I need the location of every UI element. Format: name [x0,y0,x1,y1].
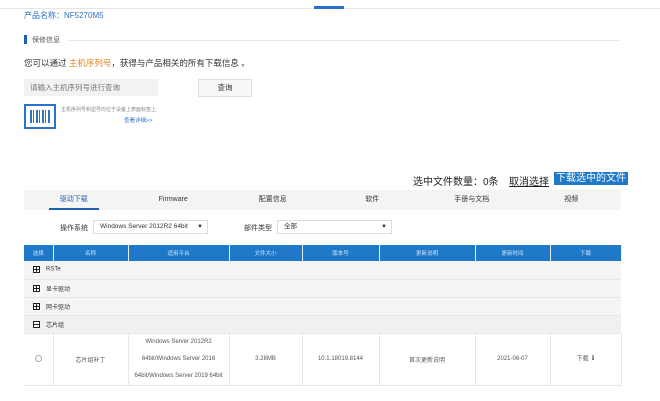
platform-cell: Windows Server 2012R2 64bit/Windows Serv… [128,333,230,386]
type-select-value: 全部 [284,223,297,230]
download-cell: 下载 ⭳ [550,333,622,386]
col-select: 选择 [24,245,54,261]
view-details-link[interactable]: 查看详细>> [124,116,152,124]
download-link[interactable]: 下载 [577,357,589,363]
query-button[interactable]: 查询 [198,79,252,97]
selected-count-label: 选中文件数量： [413,177,483,188]
row-select-radio[interactable] [34,354,42,362]
platform-line-3: 64bit/Windows Server 2019 64bit [134,372,223,379]
clear-selection-link[interactable]: 取消选择 [509,173,549,188]
download-icon[interactable]: ⭳ [592,352,595,366]
table-row: 芯片组补丁 Windows Server 2012R2 64bit/Window… [24,333,622,386]
collapse-icon[interactable] [33,320,40,328]
group-label: RSTe [46,266,61,273]
section-title-warranty: 保修信息 [32,37,60,44]
driver-table: 选择 名称 适用平台 文件大小 版本号 更新说明 更新时间 下载 RSTe 显卡… [24,245,622,386]
intro-after: ，获得与产品相关的所有下载信息 。 [111,58,250,68]
col-platform: 适用平台 [128,245,230,261]
download-selected-button[interactable]: 下载选中的文件 [554,172,628,185]
file-version: 10.1.18019.8144 [302,333,380,386]
file-name: 芯片组补丁 [53,333,129,386]
col-notes: 更新说明 [379,245,476,261]
serial-number-input[interactable] [24,79,158,96]
selected-count-value: 0条 [483,177,499,188]
platform-line-2: 64bit/Windows Server 2016 [141,355,216,362]
col-download: 下载 [550,245,622,261]
intro-before: 您可以通过 [24,58,69,68]
expand-icon[interactable] [33,302,40,310]
platform-line-1: Windows Server 2012R2 [145,338,212,345]
os-filter-label: 操作系统 [60,225,88,232]
group-label: 网卡驱动 [46,304,71,311]
file-notes: 首次更新说明 [379,333,476,386]
select-cell [24,333,54,386]
type-filter-label: 部件类型 [244,225,272,232]
os-select[interactable]: Windows Server 2012R2 64bit ▼ [93,220,208,234]
col-version: 版本号 [302,245,380,261]
tab-software[interactable]: 软件 [323,190,423,210]
category-tabs: 驱动下载 Firmware 配置信息 软件 手册与文档 视频 [24,190,621,210]
group-label: 芯片组 [46,322,65,329]
col-name: 名称 [53,245,129,261]
group-row-display[interactable]: 显卡驱动 [24,279,621,298]
tab-configuration[interactable]: 配置信息 [223,190,323,210]
group-label: 显卡驱动 [46,286,71,293]
barcode-icon [24,104,56,129]
os-select-value: Windows Server 2012R2 64bit [100,223,188,230]
active-nav-indicator [314,6,344,9]
group-row-chipset[interactable]: 芯片组 [24,315,621,334]
intro-text: 您可以通过 主机序列号，获得与产品相关的所有下载信息 。 [24,57,250,69]
caret-down-icon: ▼ [197,224,203,230]
serial-hint: 主机序列号和型号均位于设备上表面标签上 [61,107,157,113]
col-date: 更新时间 [475,245,551,261]
file-date: 2021-06-07 [475,333,551,386]
caret-down-icon: ▼ [381,224,387,230]
expand-icon[interactable] [33,284,40,292]
selected-count: 选中文件数量：0条 [413,173,499,188]
section-divider [68,40,620,41]
tab-driver-download[interactable]: 驱动下载 [24,190,124,210]
col-size: 文件大小 [229,245,303,261]
section-marker [24,35,27,44]
tab-video[interactable]: 视频 [522,190,622,210]
tab-firmware[interactable]: Firmware [124,190,224,210]
group-row-rste[interactable]: RSTe [24,261,621,280]
table-header: 选择 名称 适用平台 文件大小 版本号 更新说明 更新时间 下载 [24,245,622,261]
product-name: 产品名称：NF5270M5 [24,11,104,20]
intro-highlight: 主机序列号 [68,58,112,68]
tab-manuals[interactable]: 手册与文档 [422,190,522,210]
file-size: 3.28MB [229,333,303,386]
group-row-network[interactable]: 网卡驱动 [24,297,621,316]
expand-icon[interactable] [33,266,40,274]
component-type-select[interactable]: 全部 ▼ [277,220,392,234]
